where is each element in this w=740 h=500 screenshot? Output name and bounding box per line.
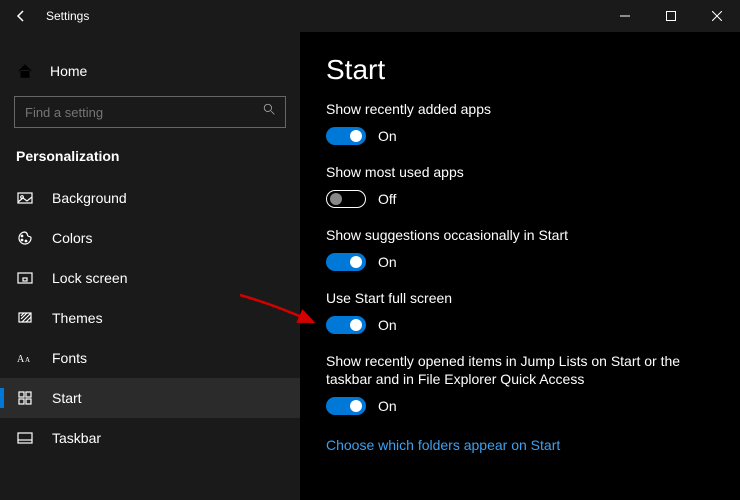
- titlebar: Settings: [0, 0, 740, 32]
- toggle-state: On: [378, 254, 397, 270]
- toggle-fullscreen[interactable]: [326, 316, 366, 334]
- themes-icon: [16, 310, 34, 326]
- svg-text:A: A: [25, 356, 30, 364]
- sidebar: Home Personalization Background Colors L…: [0, 32, 300, 500]
- palette-icon: [16, 230, 34, 246]
- back-button[interactable]: [0, 0, 42, 32]
- search-icon: [263, 103, 276, 119]
- toggle-recent-items[interactable]: [326, 397, 366, 415]
- sidebar-item-fonts[interactable]: AA Fonts: [0, 338, 300, 378]
- link-choose-folders[interactable]: Choose which folders appear on Start: [326, 437, 560, 453]
- sidebar-item-background[interactable]: Background: [0, 178, 300, 218]
- toggle-suggestions[interactable]: [326, 253, 366, 271]
- setting-most-used: Show most used apps Off: [326, 163, 714, 208]
- setting-fullscreen: Use Start full screen On: [326, 289, 714, 334]
- start-icon: [16, 390, 34, 406]
- sidebar-item-lockscreen[interactable]: Lock screen: [0, 258, 300, 298]
- home-icon: [16, 62, 34, 80]
- setting-label: Use Start full screen: [326, 289, 706, 308]
- setting-label: Show recently opened items in Jump Lists…: [326, 352, 706, 390]
- nav-label: Background: [52, 190, 127, 206]
- nav-label: Taskbar: [52, 430, 101, 446]
- page-title: Start: [326, 54, 714, 86]
- setting-recent-items: Show recently opened items in Jump Lists…: [326, 352, 714, 416]
- setting-label: Show most used apps: [326, 163, 706, 182]
- search-container: [0, 90, 300, 138]
- fonts-icon: AA: [16, 350, 34, 366]
- sidebar-nav: Background Colors Lock screen Themes AA …: [0, 178, 300, 458]
- toggle-recent-apps[interactable]: [326, 127, 366, 145]
- sidebar-item-colors[interactable]: Colors: [0, 218, 300, 258]
- toggle-state: On: [378, 398, 397, 414]
- close-button[interactable]: [694, 0, 740, 32]
- sidebar-item-start[interactable]: Start: [0, 378, 300, 418]
- sidebar-home-label: Home: [50, 63, 87, 79]
- maximize-button[interactable]: [648, 0, 694, 32]
- lockscreen-icon: [16, 270, 34, 286]
- toggle-state: Off: [378, 191, 396, 207]
- setting-suggestions: Show suggestions occasionally in Start O…: [326, 226, 714, 271]
- setting-label: Show recently added apps: [326, 100, 706, 119]
- setting-recent-apps: Show recently added apps On: [326, 100, 714, 145]
- minimize-button[interactable]: [602, 0, 648, 32]
- taskbar-icon: [16, 430, 34, 446]
- image-icon: [16, 190, 34, 206]
- nav-label: Lock screen: [52, 270, 127, 286]
- window-controls: [602, 0, 740, 32]
- nav-label: Start: [52, 390, 82, 406]
- nav-label: Themes: [52, 310, 103, 326]
- toggle-state: On: [378, 317, 397, 333]
- svg-text:A: A: [17, 354, 25, 365]
- nav-label: Fonts: [52, 350, 87, 366]
- sidebar-item-themes[interactable]: Themes: [0, 298, 300, 338]
- toggle-most-used[interactable]: [326, 190, 366, 208]
- toggle-state: On: [378, 128, 397, 144]
- nav-label: Colors: [52, 230, 92, 246]
- sidebar-item-taskbar[interactable]: Taskbar: [0, 418, 300, 458]
- sidebar-home[interactable]: Home: [0, 52, 300, 90]
- setting-label: Show suggestions occasionally in Start: [326, 226, 706, 245]
- main-panel: Start Show recently added apps On Show m…: [300, 32, 740, 500]
- search-input[interactable]: [14, 96, 286, 128]
- window-title: Settings: [42, 9, 89, 23]
- sidebar-section-label: Personalization: [0, 138, 300, 178]
